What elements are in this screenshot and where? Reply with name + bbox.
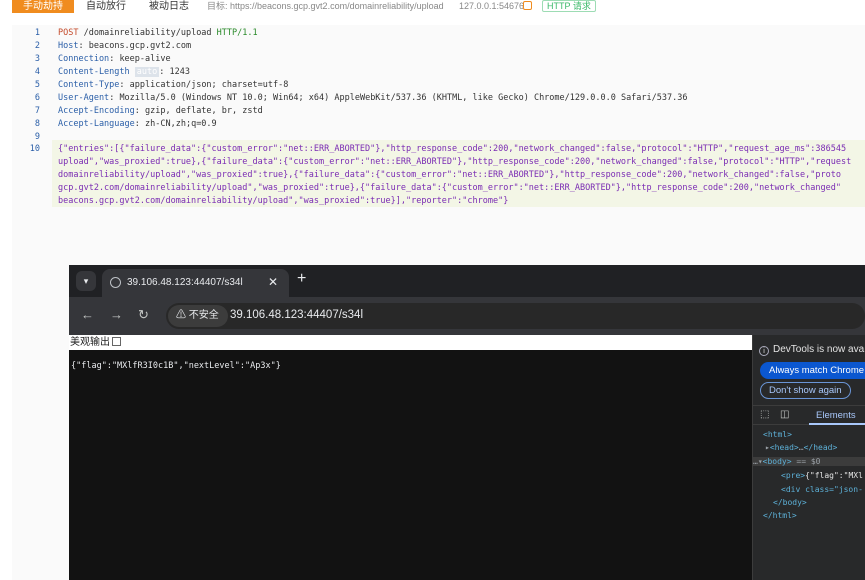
reload-icon[interactable]: ↻ <box>138 307 149 323</box>
line-number: 2 <box>34 41 40 51</box>
devtools-info: i DevTools is now ava <box>759 344 864 356</box>
address-bar[interactable]: ⚠ 不安全 39.106.48.123:44407/s34l <box>166 303 865 329</box>
devtools-panel: i DevTools is now ava Always match Chrome… <box>752 335 865 580</box>
screen: 手动劫持 自动放行 被动日志 目标: https://beacons.gcp.g… <box>0 0 865 580</box>
body-line: {"entries":[{"failure_data":{"custom_err… <box>58 144 847 154</box>
auto-hint: auto <box>134 67 160 77</box>
insecure-label: 不安全 <box>188 310 219 321</box>
tab-title: 39.106.48.123:44407/s34l <box>127 277 243 288</box>
source-address: 127.0.0.1:54676 <box>459 1 525 11</box>
globe-icon <box>110 277 121 288</box>
dom-node[interactable]: <pre>{"flag":"MXl <box>781 471 863 480</box>
json-response: {"flag":"MXlfR3I0c1B","nextLevel":"Ap3x"… <box>71 361 281 371</box>
header-host: Host: beacons.gcp.gvt2.com <box>58 41 192 51</box>
forward-icon[interactable]: → <box>110 307 123 322</box>
line-number: 9 <box>34 132 40 142</box>
dom-node[interactable]: ▸<head>…</head> <box>765 443 837 452</box>
page-content: 美观输出 {"flag":"MXlfR3I0c1B","nextLevel":"… <box>69 335 752 580</box>
dom-node[interactable]: <div class="json- <box>781 485 863 494</box>
body-line: domainreliability/upload","was_proxied":… <box>58 170 841 180</box>
line-number: 8 <box>34 119 40 129</box>
url-text: 39.106.48.123:44407/s34l <box>230 309 364 321</box>
dom-node-selected[interactable]: …▾<body> == $0 <box>753 457 865 466</box>
new-tab-icon[interactable]: + <box>297 270 306 288</box>
pretty-print-bar: 美观输出 <box>69 335 752 350</box>
dom-node[interactable]: <html> <box>763 430 792 439</box>
passive-log-button[interactable]: 被动日志 <box>143 0 195 13</box>
browser-window: ▾ 39.106.48.123:44407/s34l ✕ + ← → ↻ ⚠ 不… <box>69 265 865 580</box>
devtools-tabs: ⬚ ◫ Elements <box>753 405 865 425</box>
back-icon[interactable]: ← <box>81 307 94 322</box>
tab-search-icon[interactable]: ▾ <box>76 271 96 291</box>
line-number: 3 <box>34 54 40 64</box>
dom-tree: <html> ▸<head>…</head> …▾<body> == $0 <p… <box>753 430 865 520</box>
inspect-icon[interactable]: ⬚ <box>760 409 769 420</box>
proxy-toolbar: 手动劫持 自动放行 被动日志 目标: https://beacons.gcp.g… <box>0 0 865 14</box>
http-method: POST <box>58 28 79 38</box>
line-number: 5 <box>34 80 40 90</box>
request-type-badge: HTTP 请求 <box>542 0 596 12</box>
copy-icon[interactable] <box>523 1 532 10</box>
device-toolbar-icon[interactable]: ◫ <box>780 409 789 420</box>
dont-show-again-button[interactable]: Don't show again <box>760 382 851 399</box>
body-line: gcp.gvt2.com/domainreliability/upload","… <box>58 183 841 193</box>
dom-node[interactable]: </html> <box>763 511 797 520</box>
auto-release-button[interactable]: 自动放行 <box>80 0 132 13</box>
manual-intercept-button[interactable]: 手动劫持 <box>12 0 74 13</box>
always-match-button[interactable]: Always match Chrome <box>760 362 865 379</box>
browser-tab[interactable]: 39.106.48.123:44407/s34l ✕ <box>102 269 289 297</box>
request-line: POST /domainreliability/upload HTTP/1.1 <box>58 28 258 38</box>
tab-strip: ▾ 39.106.48.123:44407/s34l ✕ + <box>69 265 865 297</box>
warning-icon: ⚠ <box>176 310 186 321</box>
security-chip[interactable]: ⚠ 不安全 <box>168 305 228 327</box>
http-version: HTTP/1.1 <box>216 28 258 38</box>
body-line: beacons.gcp.gvt2.com/domainreliability/u… <box>58 196 509 206</box>
header-content-length: Content-Length auto: 1243 <box>58 67 190 77</box>
info-icon: i <box>759 346 769 356</box>
browser-toolbar: ← → ↻ ⚠ 不安全 39.106.48.123:44407/s34l <box>69 297 865 335</box>
tab-elements[interactable]: Elements <box>809 406 865 425</box>
line-number: 6 <box>34 93 40 103</box>
header-content-type: Content-Type: application/json; charset=… <box>58 80 289 90</box>
line-number: 1 <box>34 28 40 38</box>
target-url: 目标: https://beacons.gcp.gvt2.com/domainr… <box>207 1 444 11</box>
pretty-print-checkbox[interactable] <box>112 337 121 346</box>
header-accept-encoding: Accept-Encoding: gzip, deflate, br, zstd <box>58 106 263 116</box>
header-accept-language: Accept-Language: zh-CN,zh;q=0.9 <box>58 119 217 129</box>
request-path: /domainreliability/upload <box>83 28 212 38</box>
line-number: 4 <box>34 67 40 77</box>
header-connection: Connection: keep-alive <box>58 54 171 64</box>
dom-node[interactable]: </body> <box>773 498 807 507</box>
body-line: upload","was_proxied":true},{"failure_da… <box>58 157 852 167</box>
pretty-print-label: 美观输出 <box>70 337 110 348</box>
line-number: 10 <box>29 144 40 154</box>
line-number: 7 <box>34 106 40 116</box>
header-user-agent: User-Agent: Mozilla/5.0 (Windows NT 10.0… <box>58 93 688 103</box>
close-tab-icon[interactable]: ✕ <box>268 275 278 289</box>
